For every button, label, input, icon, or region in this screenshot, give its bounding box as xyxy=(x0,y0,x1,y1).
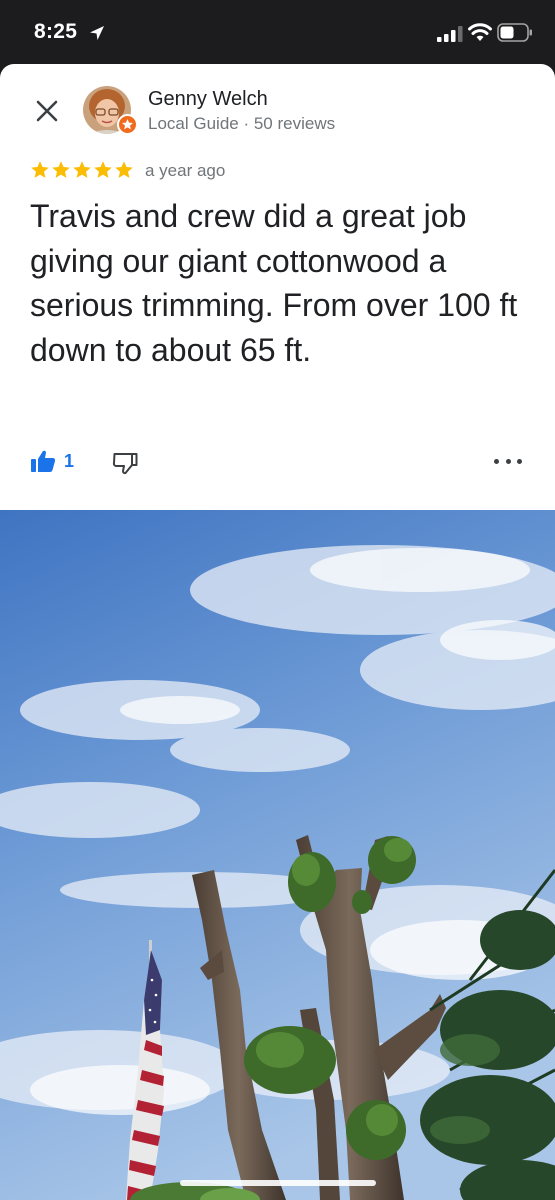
star-icon xyxy=(115,161,133,178)
review-text: Travis and crew did a great job giving o… xyxy=(30,198,518,368)
status-bar: 8:25 xyxy=(0,0,555,64)
battery-icon xyxy=(497,23,532,42)
location-arrow-icon xyxy=(90,26,104,40)
cellular-signal-icon xyxy=(437,26,463,42)
star-icon xyxy=(31,161,49,178)
close-button[interactable] xyxy=(30,94,64,128)
review-sheet: Genny Welch Local Guide · 50 reviews a y… xyxy=(0,64,555,1200)
dot xyxy=(505,458,511,464)
star-icon xyxy=(52,161,70,178)
dot xyxy=(517,458,522,464)
review-date: a year ago xyxy=(145,161,226,180)
wifi-icon xyxy=(468,23,492,41)
home-indicator xyxy=(180,1180,376,1186)
reviewer-name[interactable]: Genny Welch xyxy=(148,88,268,111)
dislike-button[interactable] xyxy=(112,450,138,476)
dot xyxy=(494,458,499,464)
thumbs-down-icon xyxy=(112,453,138,475)
star-icon xyxy=(94,161,112,178)
reviewer-meta: Local Guide · 50 reviews xyxy=(148,114,336,133)
like-count: 1 xyxy=(64,450,75,471)
star-rating xyxy=(30,160,134,180)
thumbs-up-icon xyxy=(31,450,56,472)
more-options-button[interactable] xyxy=(494,452,522,470)
like-button[interactable]: 1 xyxy=(30,449,74,473)
local-guide-star-icon xyxy=(117,114,138,135)
close-icon xyxy=(36,100,58,122)
review-photo[interactable] xyxy=(0,510,555,1200)
star-icon xyxy=(73,161,91,178)
status-time: 8:25 xyxy=(34,20,78,43)
